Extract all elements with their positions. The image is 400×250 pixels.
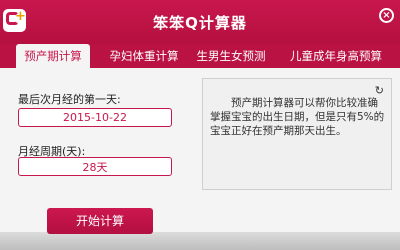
info-text: 预产期计算器可以帮你比较准确掌握宝宝的出生日期，但是只有5%的宝宝正好在预产期那… xyxy=(210,97,385,137)
title-bar: + 笨笨Q计算器 × xyxy=(0,0,400,44)
cycle-length-input[interactable] xyxy=(18,157,172,176)
last-period-date-input[interactable] xyxy=(18,108,172,127)
bottom-shadow xyxy=(0,232,400,250)
window-title: 笨笨Q计算器 xyxy=(153,14,247,32)
tab-pregnancy-weight[interactable]: 孕妇体重计算 xyxy=(100,44,188,68)
start-calculate-button[interactable]: 开始计算 xyxy=(47,208,153,234)
last-period-label: 最后次月经的第一天: xyxy=(18,93,121,106)
tab-gender-prediction[interactable]: 生男生女预测 xyxy=(192,44,270,68)
tab-bar: 预产期计算 孕妇体重计算 生男生女预测 儿童成年身高预算 xyxy=(0,44,400,68)
tab-child-height[interactable]: 儿童成年身高预算 xyxy=(280,44,392,68)
close-icon[interactable]: × xyxy=(379,8,394,23)
calculator-window: + 笨笨Q计算器 × 预产期计算 孕妇体重计算 生男生女预测 儿童成年身高预算 … xyxy=(0,0,400,250)
tab-due-date[interactable]: 预产期计算 xyxy=(16,44,90,68)
info-panel: ↻ 预产期计算器可以帮你比较准确掌握宝宝的出生日期，但是只有5%的宝宝正好在预产… xyxy=(202,78,392,190)
refresh-icon[interactable]: ↻ xyxy=(375,85,384,96)
